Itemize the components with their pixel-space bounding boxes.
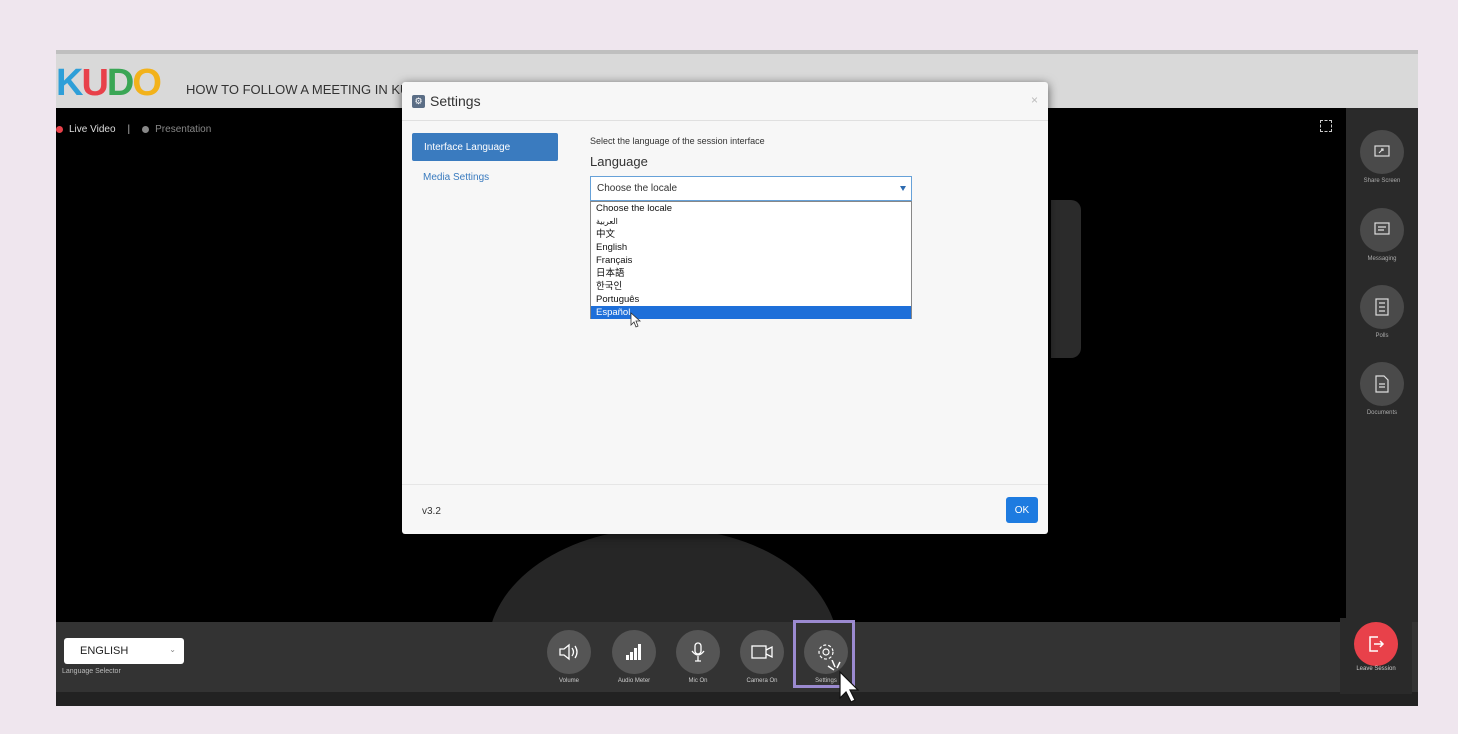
tab-live-video[interactable]: Live Video bbox=[69, 124, 116, 135]
video-tabs: Live Video | Presentation bbox=[56, 124, 211, 135]
audio-meter-button[interactable] bbox=[612, 630, 656, 674]
version-label: v3.2 bbox=[422, 506, 441, 517]
camera-button[interactable] bbox=[740, 630, 784, 674]
mic-button[interactable] bbox=[676, 630, 720, 674]
exit-icon bbox=[1369, 636, 1385, 652]
caret-down-icon bbox=[900, 186, 906, 191]
audio-meter-icon bbox=[626, 644, 641, 660]
share-screen-label: Share Screen bbox=[1363, 178, 1401, 184]
tab-presentation[interactable]: Presentation bbox=[155, 124, 211, 135]
polls-button[interactable] bbox=[1360, 285, 1404, 329]
share-screen-icon bbox=[1374, 145, 1390, 157]
logo-letter: O bbox=[132, 62, 162, 104]
locale-select-value: Choose the locale bbox=[597, 183, 678, 194]
mic-icon bbox=[691, 642, 705, 662]
presentation-dot-icon bbox=[142, 126, 150, 133]
dialog-title: Settings bbox=[430, 93, 481, 109]
footer-strip bbox=[56, 692, 1418, 706]
mic-label: Mic On bbox=[688, 678, 708, 684]
chevron-down-icon: ⌄ bbox=[169, 645, 176, 654]
video-placeholder-panel bbox=[1051, 200, 1081, 358]
documents-label: Documents bbox=[1366, 410, 1398, 416]
click-cursor-icon bbox=[827, 660, 860, 703]
live-dot-icon bbox=[56, 126, 63, 133]
tab-media-settings[interactable]: Media Settings bbox=[423, 172, 489, 183]
locale-option[interactable]: العربية bbox=[591, 215, 911, 228]
kudo-logo: K U D O bbox=[56, 62, 162, 104]
locale-option[interactable]: 中文 bbox=[591, 228, 911, 241]
volume-label: Volume bbox=[558, 678, 579, 684]
page-title: HOW TO FOLLOW A MEETING IN KUDO bbox=[186, 82, 429, 97]
messaging-button[interactable] bbox=[1360, 208, 1404, 252]
share-screen-button[interactable] bbox=[1360, 130, 1404, 174]
logo-letter: D bbox=[106, 62, 134, 104]
messaging-icon bbox=[1374, 222, 1390, 235]
polls-label: Polls bbox=[1375, 333, 1389, 339]
polls-icon bbox=[1375, 298, 1389, 316]
language-value: ENGLISH bbox=[80, 645, 129, 657]
dialog-header: ⚙ Settings × bbox=[402, 82, 1048, 121]
leave-session-label: Leave Session bbox=[1356, 666, 1396, 672]
volume-icon bbox=[559, 643, 578, 661]
locale-option[interactable]: English bbox=[591, 241, 911, 254]
documents-button[interactable] bbox=[1360, 362, 1404, 406]
locale-option[interactable]: 한국인 bbox=[591, 280, 911, 293]
language-selector-caption: Language Selector bbox=[62, 668, 121, 675]
close-icon[interactable]: × bbox=[1031, 93, 1038, 107]
locale-select[interactable]: Choose the locale bbox=[590, 176, 912, 201]
settings-dialog: ⚙ Settings × Interface Language Media Se… bbox=[402, 82, 1048, 534]
locale-option[interactable]: Português bbox=[591, 293, 911, 306]
audio-meter-label: Audio Meter bbox=[617, 678, 651, 684]
logo-letter: U bbox=[81, 62, 108, 104]
ok-button[interactable]: OK bbox=[1006, 497, 1038, 523]
locale-option[interactable]: 日本語 bbox=[591, 267, 911, 280]
volume-button[interactable] bbox=[547, 630, 591, 674]
leave-session-button[interactable] bbox=[1354, 622, 1398, 666]
settings-icon: ⚙ bbox=[412, 94, 425, 108]
leave-session-panel: Leave Session bbox=[1340, 618, 1412, 694]
locale-dropdown-list: Choose the locale العربية 中文 English Fra… bbox=[590, 201, 912, 319]
fullscreen-icon[interactable] bbox=[1320, 120, 1332, 132]
camera-label: Camera On bbox=[746, 678, 778, 684]
bottom-control-bar: ENGLISH ⌄ Language Selector Volume Audio… bbox=[56, 622, 1418, 706]
documents-icon bbox=[1375, 375, 1389, 393]
logo-letter: K bbox=[56, 62, 83, 104]
right-sidebar: Share Screen Messaging Polls Documents bbox=[1346, 108, 1418, 622]
tab-separator: | bbox=[127, 124, 131, 135]
locale-option[interactable]: Français bbox=[591, 254, 911, 267]
locale-option[interactable]: Choose the locale bbox=[591, 202, 911, 215]
messaging-label: Messaging bbox=[1367, 256, 1397, 262]
dialog-footer: v3.2 OK bbox=[402, 484, 1048, 535]
language-description: Select the language of the session inter… bbox=[590, 136, 765, 146]
camera-icon bbox=[751, 645, 773, 659]
tab-interface-language[interactable]: Interface Language bbox=[412, 133, 558, 161]
language-heading: Language bbox=[590, 154, 648, 169]
mouse-pointer-icon bbox=[630, 312, 642, 328]
language-selector[interactable]: ENGLISH ⌄ bbox=[64, 638, 184, 664]
